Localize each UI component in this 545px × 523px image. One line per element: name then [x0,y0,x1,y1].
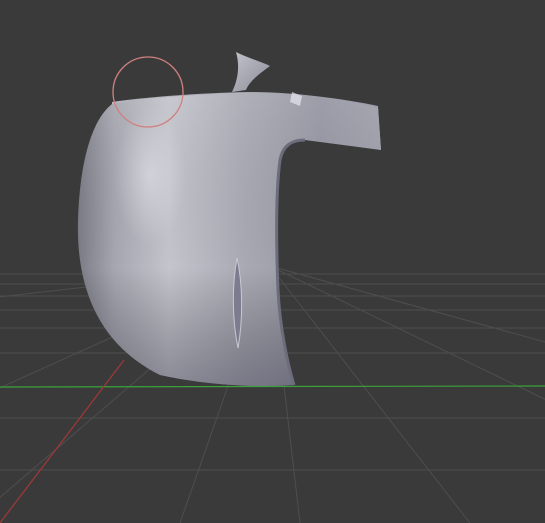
viewport-canvas[interactable] [0,0,545,523]
sculpt-mesh[interactable] [77,52,381,386]
3d-viewport[interactable] [0,0,545,523]
mesh-highlight [114,105,186,245]
mesh-top-fin [232,52,270,92]
x-axis-line [0,385,545,388]
y-axis-line [0,359,125,523]
